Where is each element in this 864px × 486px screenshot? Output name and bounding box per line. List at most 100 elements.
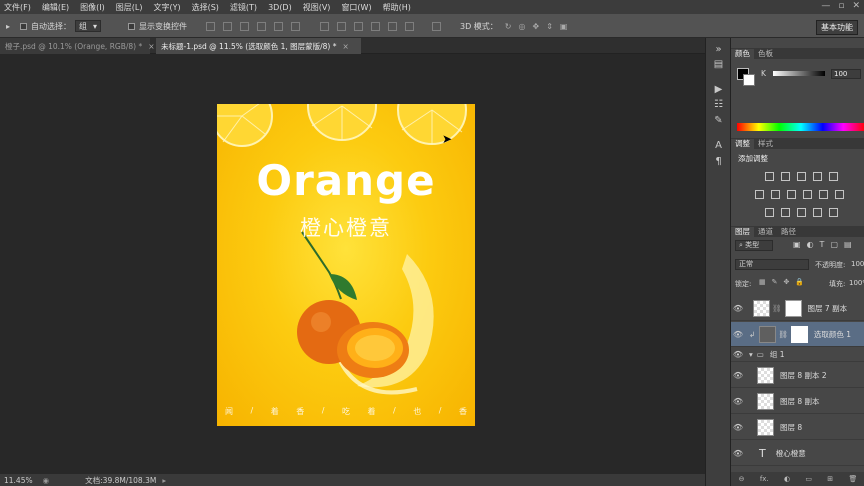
align-bottom-icon[interactable]: [240, 21, 249, 31]
collapse-icon[interactable]: »: [712, 43, 725, 56]
tab-styles[interactable]: 样式: [754, 139, 777, 149]
text-filter-icon[interactable]: T: [820, 240, 825, 249]
channel-mixer-icon[interactable]: [819, 190, 828, 199]
opacity-value[interactable]: 100%: [851, 260, 864, 268]
3d-roll-icon[interactable]: ◎: [519, 22, 526, 31]
link-layers-icon[interactable]: ⊖: [739, 475, 745, 483]
show-transform-checkbox[interactable]: [128, 22, 135, 30]
auto-select-dropdown[interactable]: 组 ▾: [75, 20, 102, 32]
actions-icon[interactable]: ▶: [712, 83, 725, 96]
tab-channels[interactable]: 通道: [754, 227, 777, 237]
menu-image[interactable]: 图像(I): [80, 2, 105, 13]
posterize-icon[interactable]: [781, 208, 790, 217]
layer-filter-dropdown[interactable]: ⌕ 类型: [735, 240, 773, 251]
adjustment-layer-icon[interactable]: ◐: [784, 475, 790, 483]
distribute-vcenter-icon[interactable]: [337, 21, 346, 31]
visibility-eye-icon[interactable]: 👁: [731, 423, 745, 432]
distribute-right-icon[interactable]: [405, 21, 414, 31]
distribute-bottom-icon[interactable]: [354, 21, 363, 31]
menu-select[interactable]: 选择(S): [192, 2, 219, 13]
tab-adjustments[interactable]: 调整: [731, 139, 754, 149]
photo-filter-icon[interactable]: [803, 190, 812, 199]
new-layer-icon[interactable]: ⊞: [827, 475, 833, 483]
chain-link-icon[interactable]: ⛓: [778, 330, 788, 339]
visibility-eye-icon[interactable]: 👁: [731, 350, 745, 359]
vibrance-icon[interactable]: [829, 172, 838, 181]
brightness-icon[interactable]: [765, 172, 774, 181]
visibility-eye-icon[interactable]: 👁: [731, 371, 745, 380]
menu-help[interactable]: 帮助(H): [383, 2, 411, 13]
fill-value[interactable]: 100%: [849, 279, 864, 287]
lock-transparent-icon[interactable]: ▦: [759, 278, 766, 286]
distribute-hcenter-icon[interactable]: [388, 21, 397, 31]
distribute-top-icon[interactable]: [320, 21, 329, 31]
tab-layers[interactable]: 图层: [731, 227, 754, 237]
3d-scale-icon[interactable]: ▣: [560, 22, 568, 31]
menu-filter[interactable]: 滤镜(T): [230, 2, 257, 13]
visibility-eye-icon[interactable]: 👁: [731, 304, 745, 313]
black-white-icon[interactable]: [787, 190, 796, 199]
3d-pan-icon[interactable]: ✥: [532, 22, 539, 31]
background-color-swatch[interactable]: [743, 74, 755, 86]
align-hcenter-icon[interactable]: [274, 21, 283, 31]
document-canvas[interactable]: Orange 橙心橙意 闻 / 着 香 / 吃 着 / 也 / 香: [217, 104, 475, 426]
zoom-level[interactable]: 11.45%: [4, 476, 33, 485]
layer-row-selected[interactable]: 👁 ↲ ⛓ 选取颜色 1: [731, 322, 864, 347]
auto-align-icon[interactable]: [432, 21, 441, 31]
layer-row[interactable]: 👁 ⛓ 图层 7 副本: [731, 296, 864, 321]
visibility-eye-icon[interactable]: 👁: [731, 330, 745, 339]
paragraph-icon[interactable]: ¶: [712, 155, 725, 168]
new-group-icon[interactable]: ▭: [805, 475, 812, 483]
smart-filter-icon[interactable]: ▤: [844, 240, 852, 249]
history-icon[interactable]: ▤: [712, 58, 725, 71]
align-right-icon[interactable]: [291, 21, 300, 31]
exposure-icon[interactable]: [813, 172, 822, 181]
color-balance-icon[interactable]: [771, 190, 780, 199]
close-icon[interactable]: ×: [342, 42, 348, 51]
menu-file[interactable]: 文件(F): [4, 2, 31, 13]
pixel-filter-icon[interactable]: ▣: [793, 240, 801, 249]
visibility-eye-icon[interactable]: 👁: [731, 397, 745, 406]
menu-3d[interactable]: 3D(D): [268, 3, 292, 12]
selective-color-icon[interactable]: [829, 208, 838, 217]
3d-slide-icon[interactable]: ⇕: [546, 22, 553, 31]
levels-icon[interactable]: [781, 172, 790, 181]
close-icon[interactable]: ×: [148, 42, 154, 51]
close-icon[interactable]: ✕: [852, 1, 860, 11]
distribute-left-icon[interactable]: [371, 21, 380, 31]
chain-link-icon[interactable]: ⛓: [772, 304, 782, 313]
curves-icon[interactable]: [797, 172, 806, 181]
character-icon[interactable]: A: [712, 139, 725, 152]
gradient-map-icon[interactable]: [813, 208, 822, 217]
invert-icon[interactable]: [765, 208, 774, 217]
shape-filter-icon[interactable]: ▢: [830, 240, 838, 249]
menu-type[interactable]: 文字(Y): [153, 2, 180, 13]
layer-row[interactable]: 👁 图层 8: [731, 415, 864, 440]
adjustment-filter-icon[interactable]: ◐: [807, 240, 814, 249]
properties-icon[interactable]: ☷: [712, 98, 725, 111]
menu-edit[interactable]: 编辑(E): [42, 2, 69, 13]
align-top-icon[interactable]: [206, 21, 215, 31]
layer-style-icon[interactable]: fx.: [760, 475, 769, 483]
maximize-icon[interactable]: ▫: [838, 1, 844, 11]
visibility-eye-icon[interactable]: 👁: [731, 449, 745, 458]
menu-layer[interactable]: 图层(L): [116, 2, 143, 13]
minimize-icon[interactable]: —: [821, 1, 830, 11]
tab-swatches[interactable]: 色板: [754, 49, 777, 59]
layer-row[interactable]: 👁 图层 8 副本 2: [731, 363, 864, 388]
layer-row[interactable]: 👁 图层 8 副本: [731, 389, 864, 414]
hue-saturation-icon[interactable]: [755, 190, 764, 199]
chevron-down-icon[interactable]: ▾: [749, 350, 753, 359]
tab-orange-psd[interactable]: 橙子.psd @ 10.1% (Orange, RGB/8) * ×: [0, 38, 155, 54]
layer-group-row[interactable]: 👁 ▾ ▭ 组 1: [731, 348, 864, 362]
lock-all-icon[interactable]: 🔒: [795, 278, 804, 286]
move-tool-dropdown-icon[interactable]: ▸: [6, 22, 10, 31]
status-menu-icon[interactable]: ▸: [162, 476, 166, 485]
threshold-icon[interactable]: [797, 208, 806, 217]
tab-untitled-1[interactable]: 未标题-1.psd @ 11.5% (选取颜色 1, 图层蒙版/8) * ×: [156, 38, 361, 54]
tab-color[interactable]: 颜色: [731, 49, 754, 59]
delete-layer-icon[interactable]: 🗑: [848, 475, 857, 483]
menu-window[interactable]: 窗口(W): [341, 2, 371, 13]
tab-paths[interactable]: 路径: [777, 227, 800, 237]
brush-preset-icon[interactable]: ✎: [712, 114, 725, 127]
